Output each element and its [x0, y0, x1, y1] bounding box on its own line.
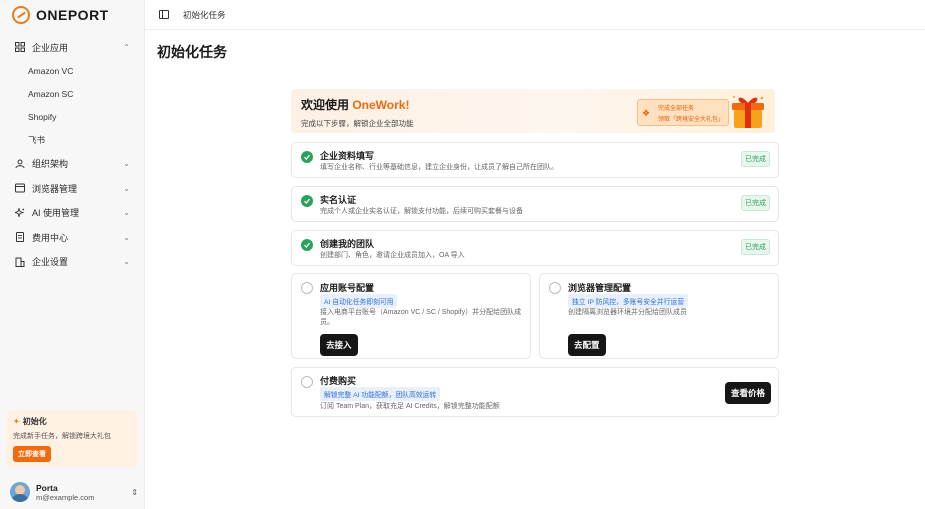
app-root: ONEPORT 企业应用 ⌃ Amazon VC Amazon SC Shopi… [0, 0, 925, 509]
check-circle-icon [301, 195, 313, 207]
sidebar-item-enterprise-settings[interactable]: 企业设置 ⌄ [0, 250, 144, 275]
task-title: 创建我的团队 [320, 239, 375, 249]
check-circle-icon [301, 239, 313, 251]
task-title: 付费购买 [320, 376, 357, 386]
topbar: 初始化任务 [145, 0, 925, 30]
feature-tag: 解锁完整 AI 功能配额，团队高效运转 [320, 387, 441, 401]
task-title: 实名认证 [320, 195, 357, 205]
task-card-verification[interactable]: 实名认证 完成个人或企业实名认证，解锁支付功能，后续可购买套餐与设备 已完成 [291, 186, 779, 222]
task-description: 订阅 Team Plan，获取充足 AI Credits，解锁完整功能配额 [320, 403, 500, 410]
chevron-down-icon: ⌄ [123, 257, 130, 267]
task-title: 企业资料填写 [320, 151, 375, 161]
ribbon-line-2: 领取「跨境安全大礼包」 [658, 117, 725, 123]
task-card-browser[interactable]: 浏览器管理配置 独立 IP 防风控，多账号安全并行运营 创建隔离浏览器环境并分配… [539, 273, 779, 359]
user-email: m@example.com [36, 492, 95, 502]
user-menu[interactable]: Porta m@example.com ⇕ [10, 482, 138, 502]
configure-button[interactable]: 去配置 [568, 334, 606, 356]
onboarding-promo: ✦ 初始化 完成新手任务，解锁跨境大礼包 立即查看 [6, 410, 138, 467]
org-icon [14, 158, 26, 170]
feature-tag: AI 自动化任务即刻可用 [320, 294, 398, 308]
task-description: 接入电商平台账号（Amazon VC / SC / Shopify）并分配给团队… [320, 309, 522, 326]
promo-view-button[interactable]: 立即查看 [13, 446, 51, 462]
sidebar-nav: 企业应用 ⌃ Amazon VC Amazon SC Shopify 飞书 组织… [0, 35, 144, 274]
chevron-up-icon: ⌃ [123, 42, 130, 52]
sidebar-item-organization[interactable]: 组织架构 ⌄ [0, 152, 144, 177]
bill-icon [14, 231, 26, 243]
sidebar-item-ai-usage[interactable]: AI 使用管理 ⌄ [0, 201, 144, 226]
sidebar-item-label: 组织架构 [32, 159, 69, 170]
logo-text: ONEPORT [36, 7, 109, 23]
sidebar-item-billing[interactable]: 费用中心 ⌄ [0, 225, 144, 250]
avatar [10, 482, 30, 502]
status-badge: 已完成 [741, 239, 770, 255]
reward-ribbon: ❖ 完成全部任务 领取「跨境安全大礼包」 [637, 99, 729, 126]
browser-icon [14, 182, 26, 194]
connect-button[interactable]: 去接入 [320, 334, 358, 356]
chevron-down-icon: ⌄ [123, 159, 130, 169]
gift-icon: ❖ [642, 108, 651, 118]
logo[interactable]: ONEPORT [0, 0, 144, 30]
task-card-profile[interactable]: 企业资料填写 填写企业名称、行业等基础信息，建立企业身份，让成员了解自己所在团队… [291, 142, 779, 178]
apps-icon [14, 41, 26, 53]
gift-icon: ✦ [13, 417, 20, 426]
task-title: 浏览器管理配置 [568, 283, 632, 293]
task-title: 应用账号配置 [320, 283, 375, 293]
promo-title: 初始化 [22, 417, 47, 426]
sidebar-item-label: 企业应用 [32, 42, 69, 53]
page-title: 初始化任务 [157, 44, 227, 60]
task-card-app-accounts[interactable]: 应用账号配置 AI 自动化任务即刻可用 接入电商平台账号（Amazon VC /… [291, 273, 531, 359]
sidebar-subitem-shopify[interactable]: Shopify [0, 106, 144, 129]
task-description: 创建部门、角色，邀请企业成员加入，OA 导入 [320, 252, 465, 259]
sidebar-subitem-amazon-vc[interactable]: Amazon VC [0, 60, 144, 83]
sidebar-item-browser-management[interactable]: 浏览器管理 ⌄ [0, 176, 144, 201]
main-content: 初始化任务 初始化任务 欢迎使用 OneWork! 完成以下步骤，解锁企业全部功… [145, 0, 925, 509]
welcome-banner: 欢迎使用 OneWork! 完成以下步骤，解锁企业全部功能 ❖ 完成全部任务 领… [291, 89, 775, 133]
task-card-team[interactable]: 创建我的团队 创建部门、角色，邀请企业成员加入，OA 导入 已完成 [291, 230, 779, 266]
chevron-down-icon: ⌄ [123, 183, 130, 193]
radio-unchecked-icon[interactable] [549, 282, 561, 294]
task-list: 欢迎使用 OneWork! 完成以下步骤，解锁企业全部功能 ❖ 完成全部任务 领… [291, 89, 779, 417]
banner-title-prefix: 欢迎使用 [301, 98, 353, 112]
gift-box-icon [732, 96, 764, 128]
sidebar-subitem-amazon-sc[interactable]: Amazon SC [0, 83, 144, 106]
banner-title-brand: OneWork! [352, 98, 410, 112]
task-description: 填写企业名称、行业等基础信息，建立企业身份，让成员了解自己所在团队。 [320, 164, 558, 171]
promo-description: 完成新手任务，解锁跨境大礼包 [13, 433, 111, 440]
sidebar-item-label: 浏览器管理 [32, 183, 78, 194]
logo-icon [12, 6, 30, 24]
breadcrumb: 初始化任务 [183, 9, 226, 20]
feature-tag: 独立 IP 防风控，多账号安全并行运营 [568, 294, 689, 308]
task-card-purchase[interactable]: 付费购买 解锁完整 AI 功能配额，团队高效运转 订阅 Team Plan，获取… [291, 367, 779, 417]
user-info: Porta m@example.com [36, 483, 131, 502]
status-badge: 已完成 [741, 195, 770, 211]
status-badge: 已完成 [741, 151, 770, 167]
sidebar: ONEPORT 企业应用 ⌃ Amazon VC Amazon SC Shopi… [0, 0, 145, 509]
sparkle-icon [14, 207, 26, 219]
sidebar-subitem-feishu[interactable]: 飞书 [0, 129, 144, 152]
user-name: Porta [36, 482, 58, 493]
ribbon-line-1: 完成全部任务 [658, 106, 695, 112]
chevron-down-icon: ⌄ [123, 232, 130, 242]
building-icon [14, 256, 26, 268]
promo-title-row: ✦ 初始化 [13, 416, 131, 427]
view-pricing-button[interactable]: 查看价格 [724, 382, 771, 404]
check-circle-icon [301, 151, 313, 163]
task-description: 创建隔离浏览器环境并分配给团队成员 [568, 309, 687, 316]
sidebar-item-enterprise-apps[interactable]: 企业应用 ⌃ [0, 35, 144, 60]
sidebar-item-label: AI 使用管理 [32, 208, 80, 219]
radio-unchecked-icon[interactable] [301, 282, 313, 294]
chevron-down-icon: ⌄ [123, 208, 130, 218]
task-description: 完成个人或企业实名认证，解锁支付功能，后续可购买套餐与设备 [320, 208, 523, 215]
sidebar-item-label: 企业设置 [32, 257, 69, 268]
sidebar-toggle-icon[interactable] [159, 10, 169, 19]
chevron-up-down-icon[interactable]: ⇕ [131, 488, 138, 497]
radio-unchecked-icon[interactable] [301, 376, 313, 388]
sidebar-item-label: 费用中心 [32, 232, 69, 243]
